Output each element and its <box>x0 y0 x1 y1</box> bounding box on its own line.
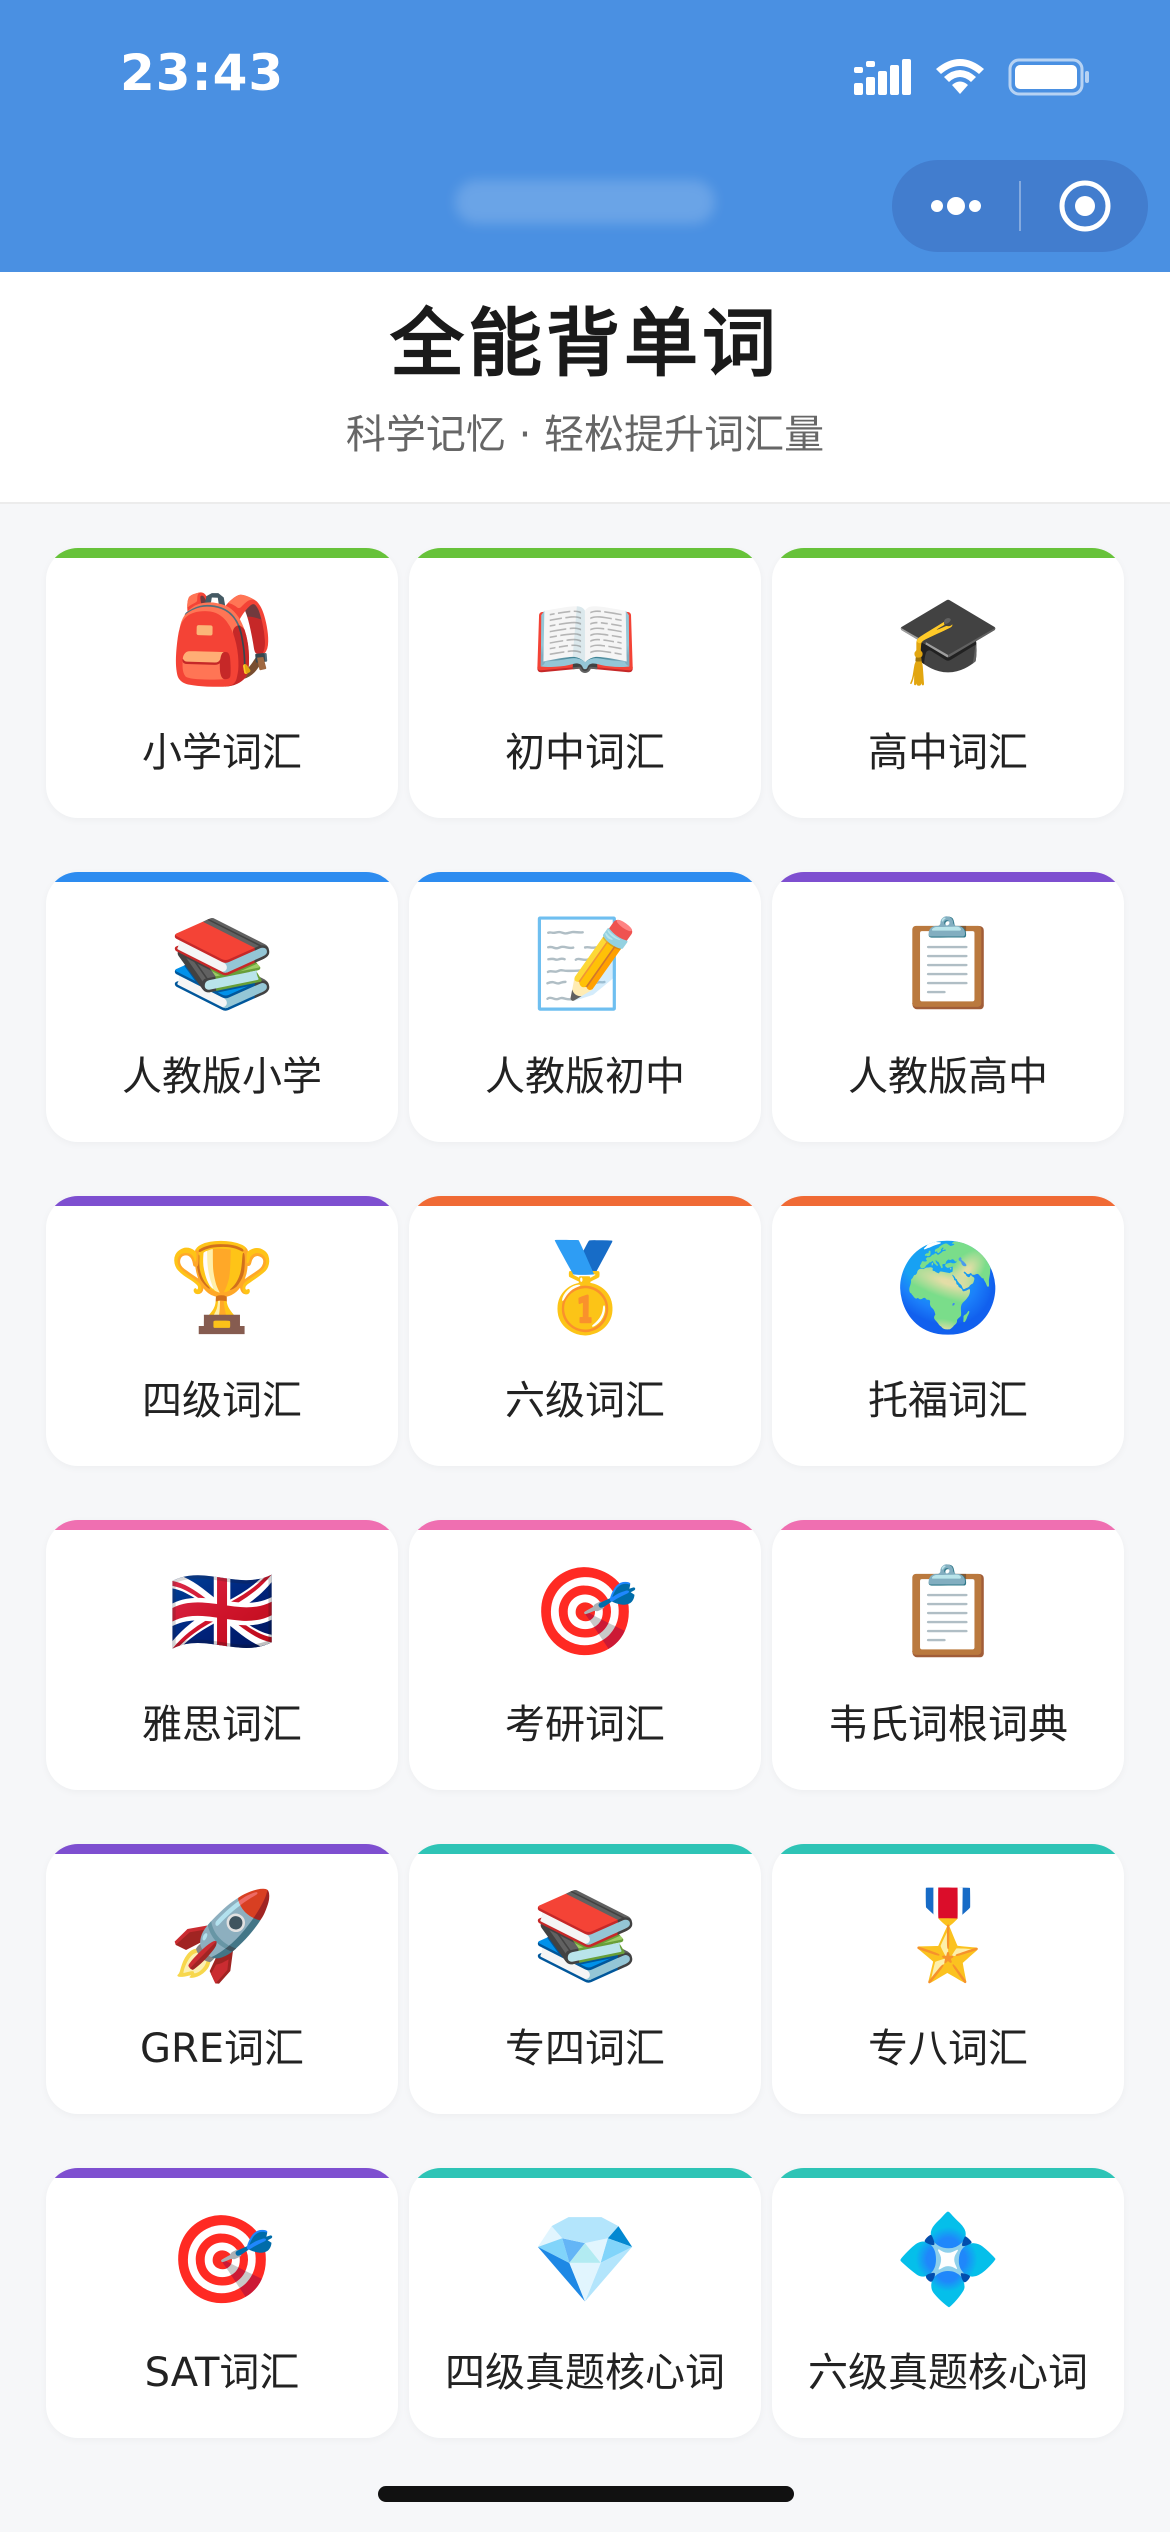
category-card[interactable]: 🏆 四级词汇 <box>46 1196 398 1466</box>
page-title: 全能背单词 <box>390 301 780 387</box>
graduation-cap-icon: 🎓 <box>894 590 1002 690</box>
category-label: 专八词汇 <box>868 2026 1028 2072</box>
category-card[interactable]: 💎 四级真题核心词 <box>409 2168 761 2438</box>
page-subtitle: 科学记忆 · 轻松提升词汇量 <box>345 412 825 458</box>
category-card[interactable]: 🚀 GRE词汇 <box>46 1844 398 2114</box>
category-card[interactable]: 📋 韦氏词根词典 <box>772 1520 1124 1790</box>
card-accent-bar <box>772 2168 1124 2178</box>
category-card[interactable]: 📚 专四词汇 <box>409 1844 761 2114</box>
card-accent-bar <box>409 1520 761 1530</box>
card-accent-bar <box>46 1196 398 1206</box>
category-card[interactable]: 📚 人教版小学 <box>46 872 398 1142</box>
card-accent-bar <box>46 1520 398 1530</box>
card-accent-bar <box>46 2168 398 2178</box>
cellular-signal-icon <box>854 59 912 99</box>
target-circle-icon <box>1059 180 1110 232</box>
category-label: 小学词汇 <box>142 730 302 776</box>
card-accent-bar <box>409 548 761 558</box>
category-label: 六级真题核心词 <box>808 2350 1088 2396</box>
category-label: GRE词汇 <box>139 2026 305 2072</box>
category-label: 初中词汇 <box>505 730 665 776</box>
backpack-icon: 🎒 <box>168 590 276 690</box>
category-label: 人教版初中 <box>485 1054 685 1100</box>
home-indicator <box>378 2486 794 2502</box>
category-card[interactable]: 📝 人教版初中 <box>409 872 761 1142</box>
more-dots-icon <box>930 197 981 215</box>
card-accent-bar <box>772 1844 1124 1854</box>
card-accent-bar <box>46 1844 398 1854</box>
status-icons <box>854 58 1090 100</box>
category-label: 四级词汇 <box>142 1378 302 1424</box>
card-accent-bar <box>409 1196 761 1206</box>
category-card[interactable]: 🌍 托福词汇 <box>772 1196 1124 1466</box>
category-label: SAT词汇 <box>144 2350 300 2396</box>
battery-icon <box>1008 58 1090 100</box>
trophy-icon: 🏆 <box>168 1238 276 1338</box>
page-header: 全能背单词 科学记忆 · 轻松提升词汇量 <box>0 272 1170 504</box>
category-card[interactable]: 💠 六级真题核心词 <box>772 2168 1124 2438</box>
card-accent-bar <box>46 872 398 882</box>
category-card[interactable]: 🎓 高中词汇 <box>772 548 1124 818</box>
status-time: 23:43 <box>120 44 285 102</box>
globe-icon: 🌍 <box>894 1238 1002 1338</box>
diamond-shape-icon: 💠 <box>894 2210 1002 2310</box>
category-label: 韦氏词根词典 <box>828 1702 1068 1748</box>
card-accent-bar <box>409 872 761 882</box>
category-label: 人教版小学 <box>122 1054 322 1100</box>
category-label: 雅思词汇 <box>142 1702 302 1748</box>
books-icon: 📚 <box>531 1886 639 1986</box>
category-label: 四级真题核心词 <box>445 2350 725 2396</box>
clipboard-icon: 📋 <box>894 914 1002 1014</box>
card-accent-bar <box>772 1520 1124 1530</box>
target-icon: 🎯 <box>168 2210 276 2310</box>
category-card[interactable]: 🎒 小学词汇 <box>46 548 398 818</box>
category-card[interactable]: 🎯 SAT词汇 <box>46 2168 398 2438</box>
gold-medal-icon: 🥇 <box>531 1238 639 1338</box>
category-card[interactable]: 🇬🇧 雅思词汇 <box>46 1520 398 1790</box>
category-label: 人教版高中 <box>848 1054 1048 1100</box>
category-label: 高中词汇 <box>868 730 1028 776</box>
memo-icon: 📝 <box>531 914 639 1014</box>
category-card[interactable]: 📋 人教版高中 <box>772 872 1124 1142</box>
card-accent-bar <box>46 548 398 558</box>
card-accent-bar <box>772 548 1124 558</box>
gem-icon: 💎 <box>531 2210 639 2310</box>
category-card[interactable]: 🎖️ 专八词汇 <box>772 1844 1124 2114</box>
rocket-icon: 🚀 <box>168 1886 276 1986</box>
category-label: 专四词汇 <box>505 2026 665 2072</box>
card-accent-bar <box>409 2168 761 2178</box>
category-card[interactable]: 🎯 考研词汇 <box>409 1520 761 1790</box>
category-grid: 🎒 小学词汇 📖 初中词汇 🎓 高中词汇 📚 人教版小学 📝 人教版初中 📋 人教版高中 🏆 四级词汇 🥇 六… <box>46 548 1124 2438</box>
uk-flag-icon: 🇬🇧 <box>168 1562 276 1662</box>
category-label: 六级词汇 <box>505 1378 665 1424</box>
nav-title-blurred <box>455 180 715 224</box>
category-label: 托福词汇 <box>868 1378 1028 1424</box>
target-icon: 🎯 <box>531 1562 639 1662</box>
military-medal-icon: 🎖️ <box>894 1886 1002 1986</box>
close-mini-program-button[interactable] <box>1021 160 1148 252</box>
books-icon: 📚 <box>168 914 276 1014</box>
card-accent-bar <box>409 1844 761 1854</box>
category-card[interactable]: 🥇 六级词汇 <box>409 1196 761 1466</box>
navigation-bar: 23:43 <box>0 0 1170 272</box>
clipboard-icon: 📋 <box>894 1562 1002 1662</box>
mini-program-capsule <box>892 160 1148 252</box>
wifi-icon <box>934 58 986 100</box>
card-accent-bar <box>772 1196 1124 1206</box>
more-menu-button[interactable] <box>892 160 1019 252</box>
card-accent-bar <box>772 872 1124 882</box>
category-card[interactable]: 📖 初中词汇 <box>409 548 761 818</box>
open-book-icon: 📖 <box>531 590 639 690</box>
category-label: 考研词汇 <box>505 1702 665 1748</box>
